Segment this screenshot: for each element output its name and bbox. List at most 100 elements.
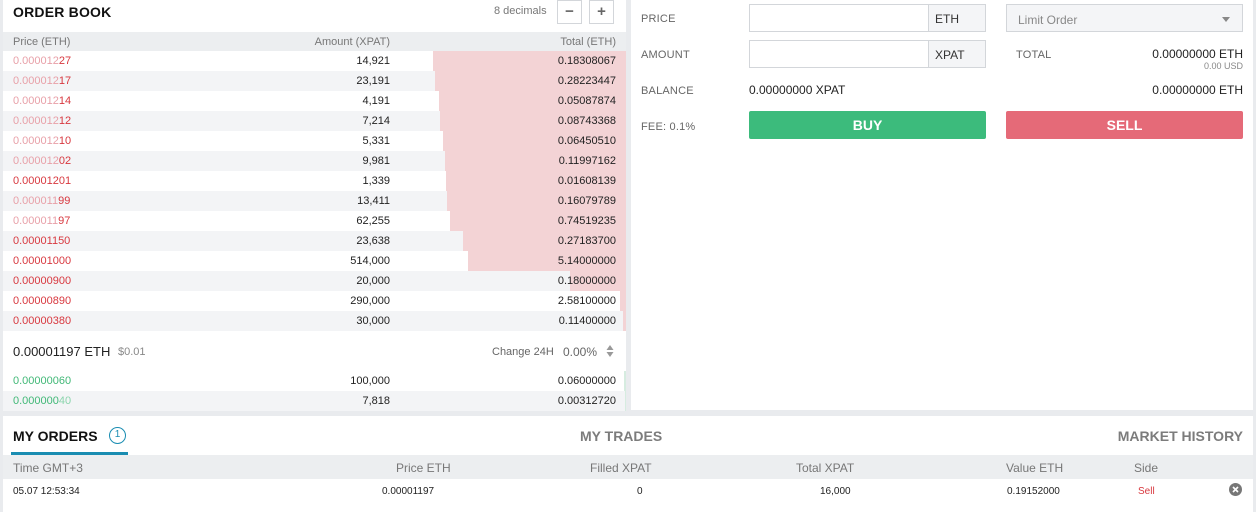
- ask-row[interactable]: 0.00001210 5,331 0.06450510: [3, 131, 626, 151]
- ask-row[interactable]: 0.00001197 62,255 0.74519235: [3, 211, 626, 231]
- cancel-order-icon[interactable]: [1229, 483, 1242, 496]
- ask-row[interactable]: 0.00001202 9,981 0.11997162: [3, 151, 626, 171]
- order-side: Sell: [1138, 486, 1155, 497]
- order-book-title: ORDER BOOK: [13, 4, 112, 20]
- decrease-decimals-button[interactable]: −: [557, 0, 582, 24]
- price-label: PRICE: [641, 13, 676, 25]
- orders-panel: MY ORDERS 1 MY TRADES MARKET HISTORY Tim…: [3, 416, 1253, 512]
- ask-amount: 5,331: [362, 135, 390, 147]
- price-column-header: Price ETH: [396, 461, 451, 475]
- price-prefix: 0.000011: [13, 215, 59, 227]
- ask-row[interactable]: 0.00000890 290,000 2.58100000: [3, 291, 626, 311]
- ask-total: 0.27183700: [557, 235, 616, 247]
- amount-label: AMOUNT: [641, 49, 690, 61]
- ask-price: 0.00000890: [13, 295, 71, 307]
- increase-decimals-button[interactable]: +: [589, 0, 614, 24]
- ask-amount: 4,191: [362, 95, 390, 107]
- ask-total: 0.74519235: [557, 215, 616, 227]
- ask-price: 0.00000900: [13, 275, 71, 287]
- ask-price: 0.00001217: [13, 75, 71, 87]
- amount-input[interactable]: [750, 41, 930, 67]
- change-24h-label: Change 24H: [492, 346, 554, 358]
- order-total: 16,000: [820, 486, 851, 497]
- open-orders-count-badge: 1: [109, 427, 126, 444]
- ask-price: 0.00001227: [13, 55, 71, 67]
- sell-button[interactable]: SELL: [1006, 111, 1243, 139]
- price-prefix: 0.000012: [13, 115, 59, 127]
- ask-amount: 14,921: [356, 55, 390, 67]
- side-column-header: Side: [1134, 461, 1159, 475]
- ask-price: 0.00001201: [13, 175, 71, 187]
- bid-price: 0.00000060: [13, 375, 71, 387]
- change-24h-value: 0.00%: [563, 345, 598, 359]
- ask-price: 0.00001197: [13, 215, 70, 227]
- asks-list: 0.00001227 14,921 0.18308067 0.00001217 23,1…: [3, 51, 626, 331]
- ask-row[interactable]: 0.00001212 7,214 0.08743368: [3, 111, 626, 131]
- ask-row[interactable]: 0.00001214 4,191 0.05087874: [3, 91, 626, 111]
- price-prefix: 0.00001201: [13, 175, 72, 187]
- ask-amount: 514,000: [350, 255, 390, 267]
- price-column-header: Price (ETH): [13, 36, 71, 48]
- ask-row[interactable]: 0.00001199 13,411 0.16079789: [3, 191, 626, 211]
- price-prefix: 0.000000: [13, 395, 59, 407]
- ask-depth-bar: [620, 291, 626, 311]
- balance-eth: 0.00000000 ETH: [1152, 83, 1243, 97]
- order-time: 05.07 12:53:34: [13, 486, 80, 497]
- ask-row[interactable]: 0.00001201 1,339 0.01608139: [3, 171, 626, 191]
- price-prefix: 0.000012: [13, 155, 59, 167]
- total-column-header: Total XPAT: [796, 461, 855, 475]
- ask-row[interactable]: 0.00000380 30,000 0.11400000: [3, 311, 626, 331]
- price-suffix: 12: [58, 115, 72, 127]
- ask-total: 0.08743368: [557, 115, 616, 127]
- ask-total: 0.11400000: [558, 315, 616, 327]
- ask-row[interactable]: 0.00001227 14,921 0.18308067: [3, 51, 626, 71]
- bids-list: 0.00000060 100,000 0.06000000 0.00000040 7,8…: [3, 371, 626, 411]
- order-type-select[interactable]: Limit Order: [1006, 4, 1243, 32]
- total-usd-value: 0.00 USD: [1203, 61, 1243, 71]
- value-column-header: Value ETH: [1006, 461, 1064, 475]
- tab-my-trades[interactable]: MY TRADES: [580, 428, 662, 444]
- ask-depth-bar: [623, 311, 626, 331]
- order-filled: 0: [637, 486, 643, 497]
- ask-row[interactable]: 0.00001150 23,638 0.27183700: [3, 231, 626, 251]
- price-prefix: 0.000012: [13, 95, 59, 107]
- price-suffix: 02: [58, 155, 72, 167]
- ask-price: 0.00001150: [13, 235, 70, 247]
- ask-amount: 290,000: [350, 295, 390, 307]
- ask-total: 0.16079789: [557, 195, 616, 207]
- price-suffix: 17: [58, 75, 72, 87]
- ask-amount: 1,339: [362, 175, 390, 187]
- ask-amount: 9,981: [362, 155, 390, 167]
- price-suffix: 27: [58, 55, 72, 67]
- ask-row[interactable]: 0.00000900 20,000 0.18000000: [3, 271, 626, 291]
- ask-total: 2.58100000: [557, 295, 616, 307]
- bid-row[interactable]: 0.00000040 7,818 0.00312720: [3, 391, 626, 411]
- bid-depth-bar: [624, 371, 626, 391]
- price-prefix: 0.00000900: [13, 275, 72, 287]
- decimals-label: 8 decimals: [494, 5, 547, 17]
- bid-row[interactable]: 0.00000060 100,000 0.06000000: [3, 371, 626, 391]
- amount-field-group: XPAT: [749, 40, 986, 68]
- ask-row[interactable]: 0.00001217 23,191 0.28223447: [3, 71, 626, 91]
- table-row: 05.07 12:53:34 0.00001197 0 16,000 0.191…: [3, 479, 1253, 503]
- spread-bar: 0.00001197 ETH $0.01 Change 24H 0.00%: [3, 331, 626, 371]
- total-column-header: Total (ETH): [560, 36, 616, 48]
- fee-label: FEE: 0.1%: [641, 121, 696, 133]
- bid-depth-bar: [625, 391, 626, 411]
- balance-label: BALANCE: [641, 85, 694, 97]
- ask-price: 0.00001210: [13, 135, 71, 147]
- price-prefix: 0.000012: [13, 55, 59, 67]
- price-suffix: 14: [58, 95, 72, 107]
- balance-xpat: 0.00000000 XPAT: [749, 83, 846, 97]
- tab-market-history[interactable]: MARKET HISTORY: [1118, 428, 1243, 444]
- orders-tabs: MY ORDERS 1 MY TRADES MARKET HISTORY: [3, 416, 1253, 455]
- amount-column-header: Amount (XPAT): [314, 36, 390, 48]
- price-input[interactable]: [750, 5, 930, 31]
- tab-my-orders[interactable]: MY ORDERS: [13, 428, 98, 444]
- price-prefix: 0.00001150: [13, 235, 71, 247]
- price-prefix: 0.000011: [13, 195, 59, 207]
- ask-amount: 23,191: [356, 75, 390, 87]
- buy-button[interactable]: BUY: [749, 111, 986, 139]
- ask-row[interactable]: 0.00001000 514,000 5.14000000: [3, 251, 626, 271]
- sort-icon[interactable]: [606, 344, 614, 358]
